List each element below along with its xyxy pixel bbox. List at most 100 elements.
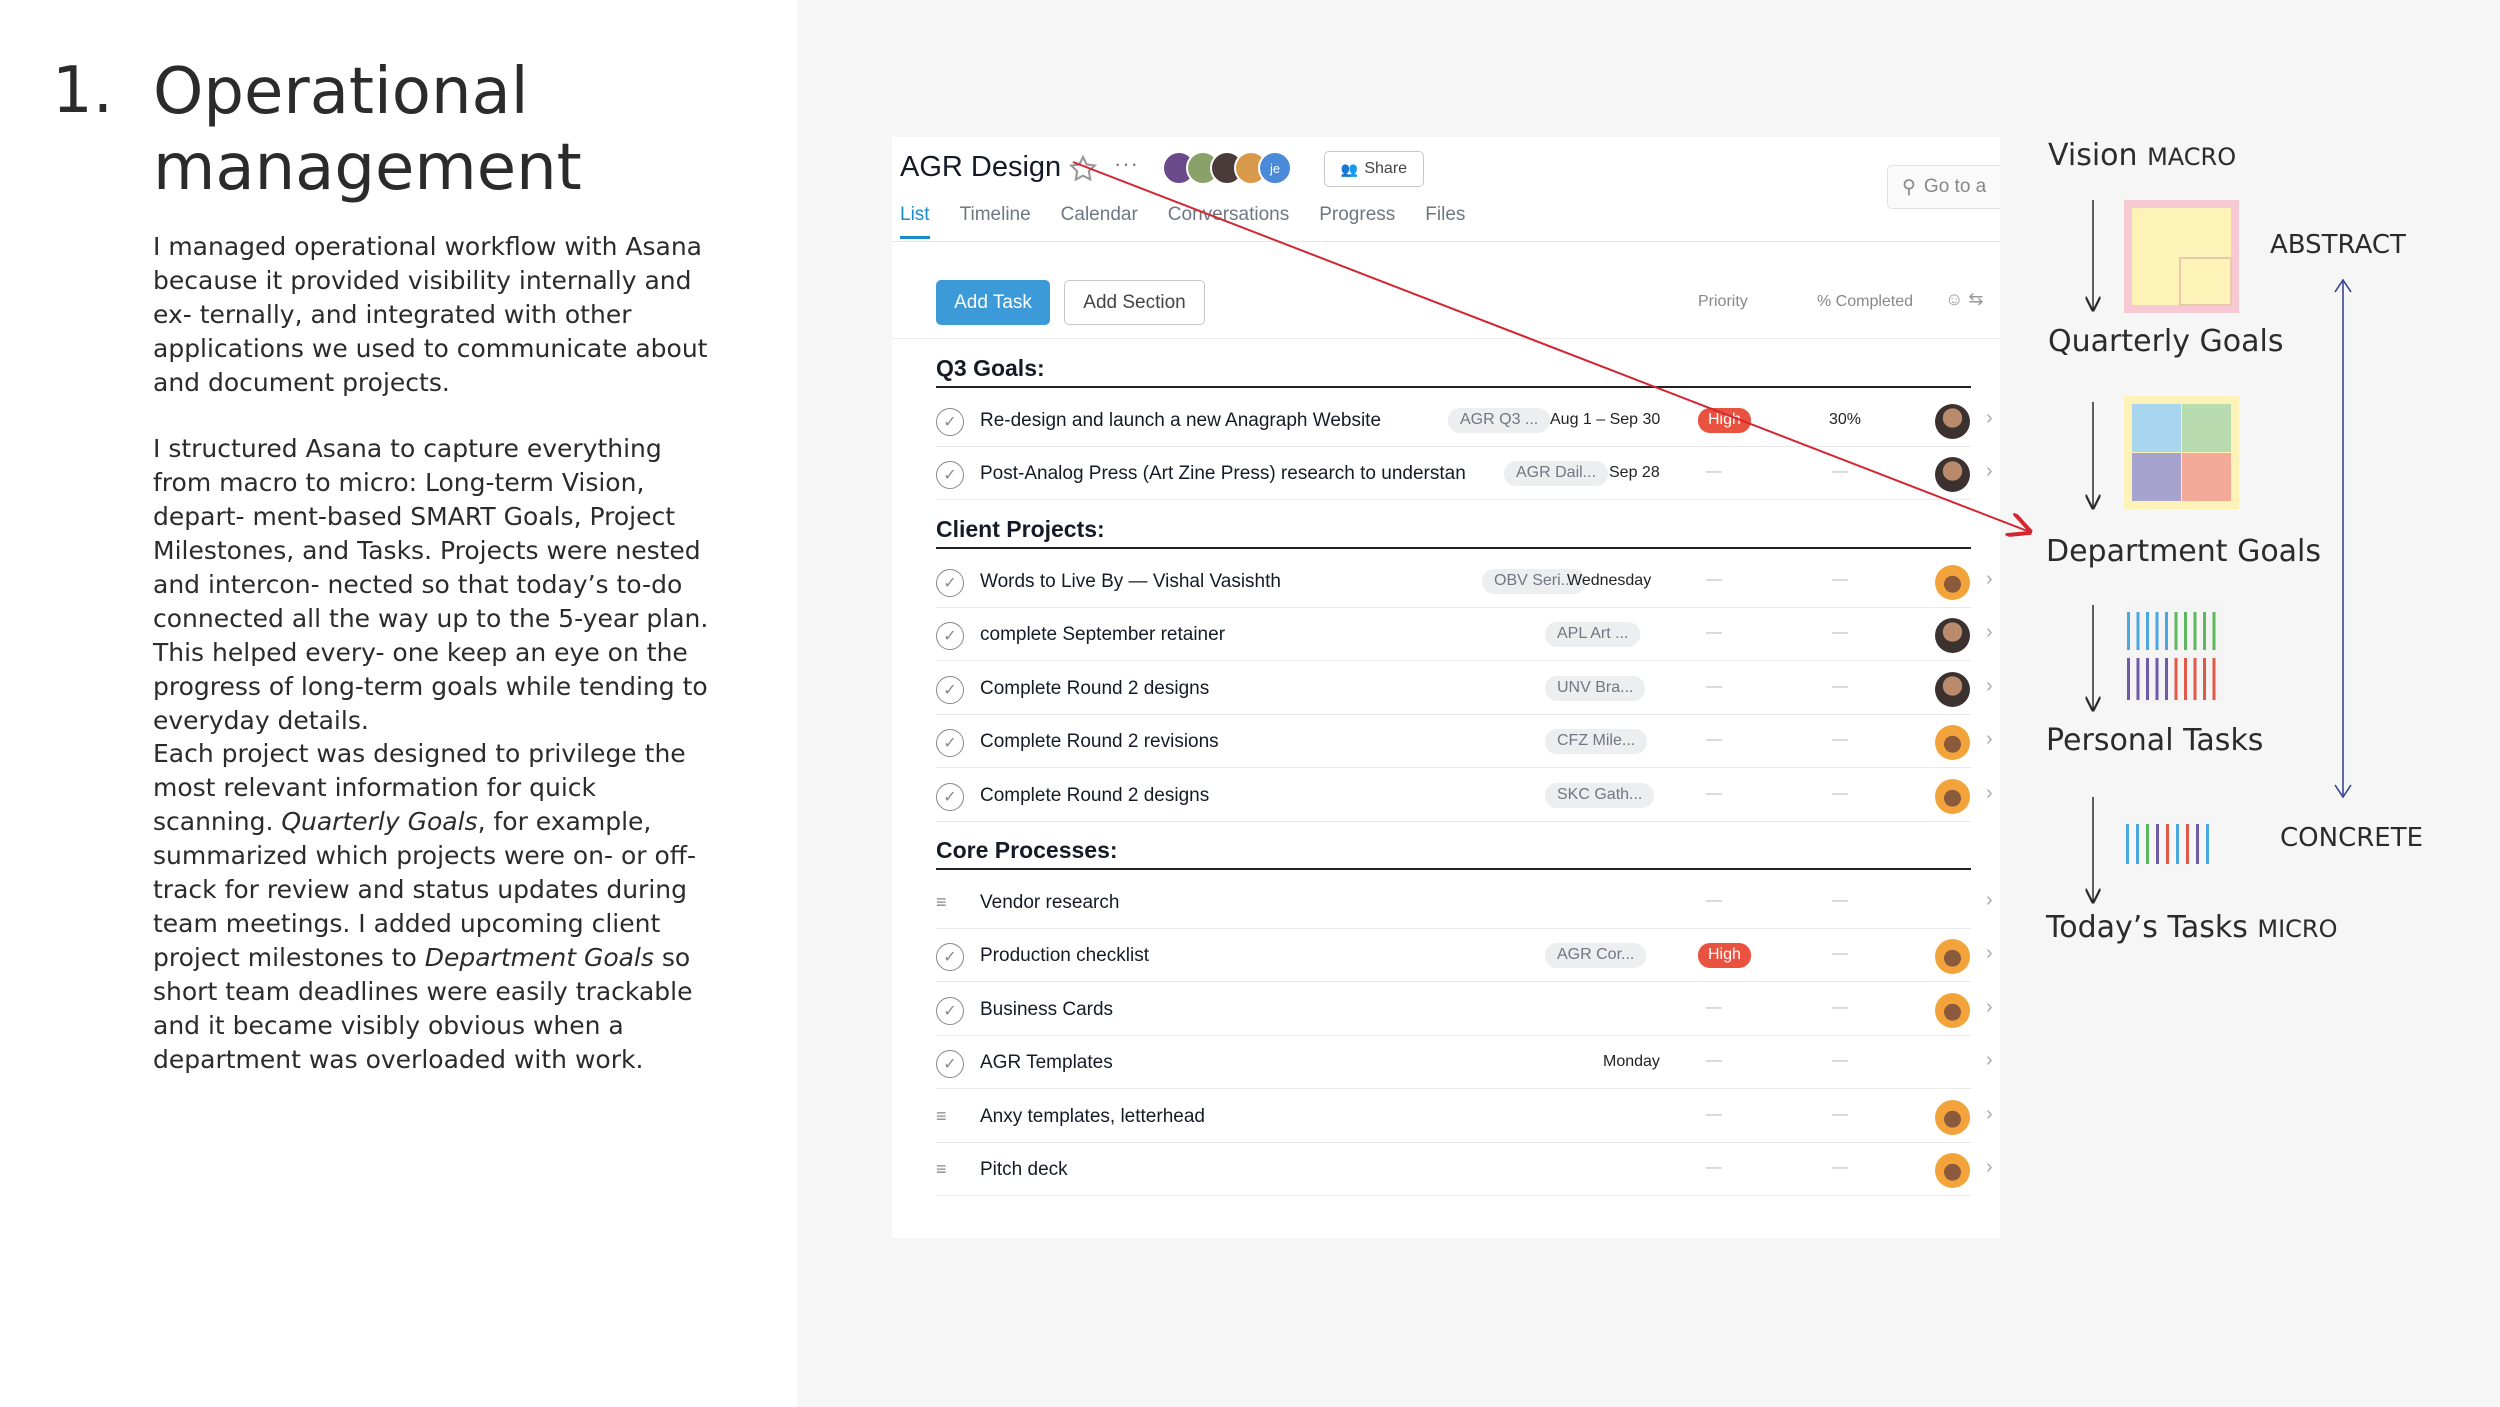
complete-checkbox[interactable]: ✓ [936,1050,964,1079]
priority-empty[interactable]: — [1706,892,1722,910]
percent-empty[interactable]: — [1832,571,1848,589]
project-tag[interactable]: APL Art ... [1545,622,1641,648]
completed-column-header[interactable]: % Completed [1817,293,1913,311]
assignee-avatar[interactable] [1935,565,1970,600]
add-task-button[interactable]: Add Task [936,280,1050,325]
member-avatars[interactable]: je [1162,151,1292,187]
task-name[interactable]: complete September retainer [980,624,1225,646]
assignee-avatar[interactable] [1935,671,1970,707]
priority-empty[interactable]: — [1706,678,1722,696]
complete-checkbox[interactable]: ✓ [936,782,964,811]
chevron-right-icon[interactable]: › [1986,728,1993,751]
project-tag[interactable]: AGR Dail... [1504,461,1609,487]
chevron-right-icon[interactable]: › [1986,621,1993,644]
percent-empty[interactable]: — [1832,731,1848,749]
chevron-right-icon[interactable]: › [1986,460,1993,483]
percent-completed[interactable]: 30% [1829,411,1861,429]
priority-column-header[interactable]: Priority [1698,293,1748,311]
priority-empty[interactable]: — [1706,463,1722,481]
assignee-avatar[interactable] [1935,725,1970,761]
complete-checkbox[interactable]: ✓ [936,408,964,436]
task-name[interactable]: Production checklist [980,945,1149,967]
task-row[interactable]: ✓ Complete Round 2 designs UNV Bra... — — › [936,662,1993,715]
percent-empty[interactable]: — [1832,1052,1848,1070]
assignee-avatar[interactable] [1935,457,1970,493]
percent-empty[interactable]: — [1832,785,1848,803]
chevron-right-icon[interactable]: › [1986,407,1993,430]
tab-list[interactable]: List [900,204,930,239]
tab-conversations[interactable]: Conversations [1168,204,1289,239]
priority-empty[interactable]: — [1706,785,1722,803]
tab-files[interactable]: Files [1425,204,1465,239]
section-header[interactable]: Core Processes: [936,837,1971,870]
task-name[interactable]: Vendor research [980,892,1119,914]
priority-empty[interactable]: — [1706,1159,1722,1177]
assignee-avatar[interactable] [1935,992,1970,1028]
percent-empty[interactable]: — [1832,463,1848,481]
assignee-avatar[interactable] [1935,618,1970,654]
task-row[interactable]: ≡ Pitch deck — — › [936,1143,1993,1196]
complete-checkbox[interactable]: ✓ [936,461,964,490]
complete-checkbox[interactable]: ✓ [936,943,964,972]
complete-checkbox[interactable]: ✓ [936,996,964,1025]
chevron-right-icon[interactable]: › [1986,889,1993,912]
assignee-avatar[interactable] [1935,404,1970,439]
task-row[interactable]: ✓ Words to Live By — Vishal Vasishth OBV S… [936,555,1993,608]
chevron-right-icon[interactable]: › [1986,675,1993,698]
percent-empty[interactable]: — [1832,892,1848,910]
task-name[interactable]: AGR Templates [980,1052,1113,1074]
chevron-right-icon[interactable]: › [1986,782,1993,805]
tab-calendar[interactable]: Calendar [1061,204,1138,239]
task-name[interactable]: Post-Analog Press (Art Zine Press) resea… [980,463,1466,485]
chevron-right-icon[interactable]: › [1986,942,1993,965]
task-row[interactable]: ≡ Anxy templates, letterhead — — › [936,1090,1993,1143]
project-tag[interactable]: SKC Gath... [1545,782,1655,808]
task-row[interactable]: ≡ Vendor research — — › [936,876,1993,929]
task-name[interactable]: Anxy templates, letterhead [980,1106,1205,1128]
due-date[interactable]: Wednesday [1567,572,1651,590]
percent-empty[interactable]: — [1832,624,1848,642]
task-name[interactable]: Re-design and launch a new Anagraph Webs… [980,410,1381,432]
task-name[interactable]: Words to Live By — Vishal Vasishth [980,571,1281,593]
task-row[interactable]: ✓ Post-Analog Press (Art Zine Press) rese… [936,447,1993,501]
task-row[interactable]: ✓ Business Cards — — › [936,983,1993,1036]
assignee-avatar[interactable] [1935,778,1970,814]
priority-empty[interactable]: — [1706,999,1722,1017]
percent-empty[interactable]: — [1832,678,1848,696]
chevron-right-icon[interactable]: › [1986,1103,1993,1126]
due-date[interactable]: Monday [1603,1053,1660,1071]
task-row[interactable]: ✓ Production checklist AGR Cor... High — › [936,929,1993,983]
priority-empty[interactable]: — [1706,731,1722,749]
assignee-avatar[interactable] [1935,1099,1970,1135]
task-name[interactable]: Complete Round 2 designs [980,785,1209,807]
priority-badge[interactable]: High [1698,943,1751,969]
priority-empty[interactable]: — [1706,571,1722,589]
task-name[interactable]: Complete Round 2 revisions [980,731,1219,753]
task-row[interactable]: ✓ Re-design and launch a new Anagraph Web… [936,394,1993,447]
chevron-right-icon[interactable]: › [1986,1156,1993,1179]
complete-checkbox[interactable]: ✓ [936,569,964,597]
priority-empty[interactable]: — [1706,1052,1722,1070]
section-header[interactable]: Q3 Goals: [936,355,1971,388]
priority-badge[interactable]: High [1698,408,1751,433]
percent-empty[interactable]: — [1832,999,1848,1017]
project-tag[interactable]: UNV Bra... [1545,675,1646,701]
percent-empty[interactable]: — [1832,1159,1848,1177]
task-name[interactable]: Business Cards [980,999,1113,1021]
tab-progress[interactable]: Progress [1319,204,1395,239]
project-tag[interactable]: CFZ Mile... [1545,729,1648,755]
more-options-icon[interactable]: ··· [1114,151,1139,177]
due-date[interactable]: Aug 1 – Sep 30 [1550,411,1660,429]
priority-empty[interactable]: — [1706,624,1722,642]
complete-checkbox[interactable]: ✓ [936,729,964,758]
project-tag[interactable]: AGR Cor... [1545,943,1647,969]
percent-empty[interactable]: — [1832,1106,1848,1124]
column-settings-icon[interactable]: ☺ ⇆ [1945,289,1983,310]
due-date[interactable]: Sep 28 [1609,464,1660,482]
tab-timeline[interactable]: Timeline [960,204,1031,239]
task-name[interactable]: Complete Round 2 designs [980,678,1209,700]
search-input[interactable]: ⚲ Go to a [1887,165,2000,209]
star-icon[interactable] [1067,153,1099,185]
project-tag[interactable]: AGR Q3 ... [1448,408,1551,433]
complete-checkbox[interactable]: ✓ [936,622,964,651]
